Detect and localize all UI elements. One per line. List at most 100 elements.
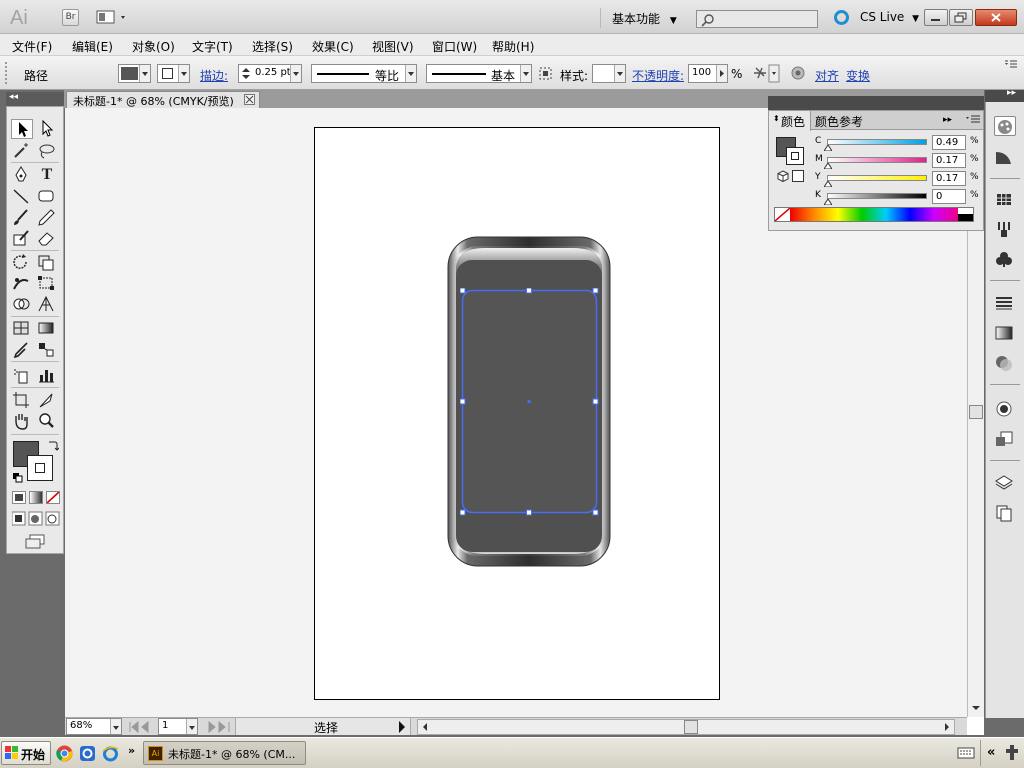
- scroll-left-arrow-icon[interactable]: [420, 720, 430, 734]
- slider-thumb-icon[interactable]: [824, 145, 832, 151]
- chrome-launcher-icon[interactable]: [56, 745, 73, 762]
- warp-tool[interactable]: [11, 274, 33, 294]
- menu-select[interactable]: 选择(S): [252, 38, 293, 55]
- dock-header[interactable]: ▸▸: [985, 88, 1024, 102]
- slider-thumb-icon[interactable]: [824, 199, 832, 205]
- browser-launcher-icon[interactable]: [79, 745, 96, 762]
- panel-stroke-swatch[interactable]: [786, 147, 804, 165]
- symbols-icon[interactable]: [994, 250, 1016, 270]
- selection-handles[interactable]: [460, 288, 599, 516]
- recolor-artwork-button[interactable]: [752, 64, 780, 83]
- hand-tool[interactable]: [11, 412, 33, 432]
- tray-expand-icon[interactable]: «: [987, 745, 995, 760]
- close-window-button[interactable]: [975, 9, 1017, 26]
- stroke-profile-dropdown[interactable]: 等比: [311, 64, 417, 83]
- symbol-sprayer-tool[interactable]: [11, 366, 33, 386]
- slider-magenta-track[interactable]: [827, 157, 927, 163]
- artboard-number-dropdown[interactable]: 1: [158, 718, 198, 735]
- close-tab-button[interactable]: [244, 94, 255, 105]
- stroke-panel-icon[interactable]: [994, 294, 1016, 314]
- arrange-documents-button[interactable]: [96, 9, 130, 26]
- start-button[interactable]: 开始: [1, 741, 51, 765]
- column-graph-tool[interactable]: [36, 366, 58, 386]
- menu-edit[interactable]: 编辑(E): [72, 38, 113, 55]
- panel-collapse-icon[interactable]: ▸▸: [943, 115, 952, 125]
- tab-color-guide[interactable]: 颜色参考: [815, 113, 863, 130]
- zoom-tool[interactable]: [36, 412, 58, 432]
- slider-yellow-track[interactable]: [827, 175, 927, 181]
- menu-view[interactable]: 视图(V): [372, 38, 414, 55]
- eyedropper-tool[interactable]: [11, 340, 33, 360]
- taskbar-item-illustrator[interactable]: Ai 未标题-1* @ 68% (CM...: [143, 741, 306, 765]
- swap-colors-icon[interactable]: [47, 439, 59, 451]
- isolate-object-icon[interactable]: [790, 65, 806, 81]
- collapse-panel-icon[interactable]: ◂◂: [9, 92, 18, 102]
- mesh-tool[interactable]: [11, 319, 33, 339]
- menu-window[interactable]: 窗口(W): [432, 38, 477, 55]
- scale-tool[interactable]: [36, 253, 58, 273]
- slider-magenta-value[interactable]: 0.17: [932, 153, 966, 168]
- gradient-mode-button[interactable]: [29, 491, 43, 504]
- blend-tool[interactable]: [36, 340, 58, 360]
- rectangle-tool[interactable]: [36, 187, 58, 207]
- gradient-tool[interactable]: [36, 319, 58, 339]
- perspective-grid-tool[interactable]: [36, 295, 58, 315]
- swatches-icon[interactable]: [994, 190, 1016, 210]
- first-previous-artboard-buttons[interactable]: [128, 721, 154, 733]
- lasso-tool[interactable]: [36, 141, 58, 161]
- web-safe-swatch[interactable]: [792, 170, 804, 182]
- stroke-color-dropdown[interactable]: [157, 64, 190, 83]
- toolbox-header[interactable]: ◂◂: [6, 92, 64, 106]
- menu-type[interactable]: 文字(T): [192, 38, 233, 55]
- color-guide-icon[interactable]: [994, 148, 1016, 168]
- vertical-scroll-thumb[interactable]: [969, 405, 983, 419]
- expand-dock-icon[interactable]: ▸▸: [1007, 88, 1016, 98]
- artboard-tool[interactable]: [11, 391, 33, 411]
- transparency-panel-icon[interactable]: [994, 354, 1016, 374]
- screen-mode-button[interactable]: [23, 533, 47, 549]
- control-bar-menu-icon[interactable]: [1004, 59, 1018, 69]
- next-last-artboard-buttons[interactable]: [205, 721, 231, 733]
- slider-thumb-icon[interactable]: [824, 181, 832, 187]
- menu-help[interactable]: 帮助(H): [492, 38, 534, 55]
- free-transform-tool[interactable]: [36, 274, 58, 294]
- eraser-tool[interactable]: [36, 229, 58, 249]
- none-mode-button[interactable]: [46, 491, 60, 504]
- quick-launch-overflow-icon[interactable]: »: [128, 744, 135, 757]
- horizontal-scrollbar[interactable]: [417, 719, 955, 735]
- black-swatch[interactable]: [958, 214, 973, 221]
- minimize-button[interactable]: [924, 9, 948, 26]
- graphic-style-dropdown[interactable]: [592, 64, 626, 83]
- selection-bounding-box[interactable]: [460, 288, 599, 516]
- pencil-tool[interactable]: [36, 208, 58, 228]
- default-colors-icon[interactable]: [13, 473, 23, 483]
- zoom-dropdown[interactable]: 68%: [66, 718, 122, 735]
- artboards-panel-icon[interactable]: [994, 504, 1016, 524]
- horizontal-scroll-thumb[interactable]: [684, 720, 698, 734]
- type-tool[interactable]: T: [36, 165, 58, 185]
- magic-wand-tool[interactable]: [11, 141, 33, 161]
- stroke-weight-field[interactable]: 0.25 pt: [238, 64, 302, 83]
- stroke-color-swatch[interactable]: [27, 455, 53, 481]
- status-tool-display[interactable]: 选择: [235, 718, 411, 735]
- shape-builder-tool[interactable]: [11, 295, 33, 315]
- keyboard-tray-icon[interactable]: [957, 746, 975, 760]
- control-bar-grip[interactable]: [5, 62, 8, 84]
- align-panel-link[interactable]: 对齐: [815, 67, 839, 84]
- restore-button[interactable]: [949, 9, 973, 26]
- opacity-field[interactable]: 100: [688, 64, 728, 83]
- scroll-right-arrow-icon[interactable]: [942, 720, 952, 734]
- graphic-style-grid-icon[interactable]: [539, 67, 552, 80]
- document-tab[interactable]: 未标题-1* @ 68% (CMYK/预览): [66, 91, 260, 108]
- color-mode-button[interactable]: [12, 491, 26, 504]
- tab-color[interactable]: ⬍ 颜色: [769, 111, 811, 131]
- slider-cyan-track[interactable]: [827, 139, 927, 145]
- bridge-button[interactable]: Br: [62, 9, 79, 26]
- line-segment-tool[interactable]: [11, 187, 33, 207]
- rotate-tool[interactable]: [11, 253, 33, 273]
- brush-definition-dropdown[interactable]: 基本: [426, 64, 532, 83]
- cs-live-menu[interactable]: CS Live ▼: [860, 10, 919, 24]
- color-panel-header[interactable]: [768, 96, 984, 110]
- help-search-input[interactable]: [696, 10, 818, 28]
- gradient-panel-icon[interactable]: [994, 324, 1016, 344]
